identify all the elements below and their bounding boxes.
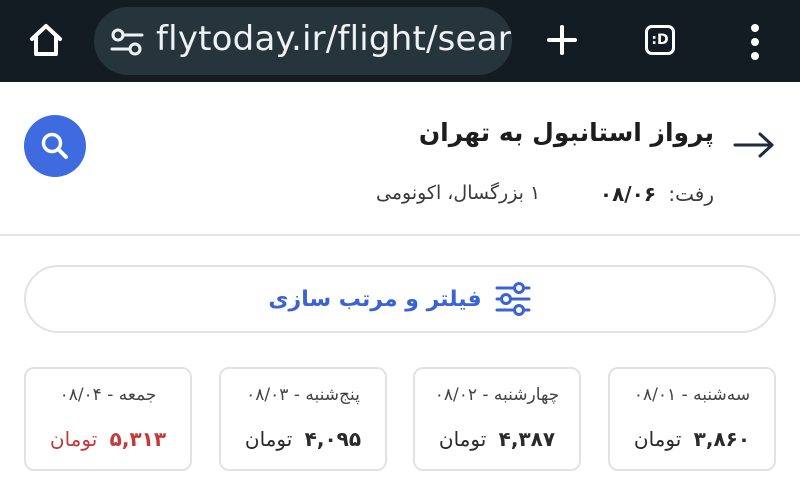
browser-toolbar: flytoday.ir/flight/searcl :D	[0, 0, 800, 82]
tab-count: :D	[651, 32, 669, 48]
tab-switcher-icon: :D	[645, 25, 675, 55]
card-day: سه‌شنبه - ۰۸/۰۱	[633, 385, 751, 405]
price-currency: تومان	[244, 427, 293, 451]
card-price: ۵,۳۱۳ تومان	[26, 427, 190, 451]
url-text[interactable]: flytoday.ir/flight/searcl	[156, 19, 512, 59]
menu-dot	[751, 38, 759, 46]
card-day: چهارشنبه - ۰۸/۰۲	[434, 385, 560, 405]
home-icon	[30, 24, 62, 56]
search-button[interactable]	[24, 115, 86, 177]
price-currency: تومان	[49, 427, 98, 451]
date-card-tuesday[interactable]: سه‌شنبه - ۰۸/۰۱ ۳,۸۶۰ تومان	[608, 367, 776, 471]
filter-sort-label: فیلتر و مرتب سازی	[268, 286, 482, 312]
price-value: ۳,۸۶۰	[693, 427, 751, 451]
card-day: پنج‌شنبه - ۰۸/۰۳	[246, 385, 360, 405]
date-card-wednesday[interactable]: چهارشنبه - ۰۸/۰۲ ۴,۳۸۷ تومان	[413, 367, 581, 471]
departure-date: ۰۸/۰۶	[599, 182, 657, 206]
date-card-friday[interactable]: جمعه - ۰۸/۰۴ ۵,۳۱۳ تومان	[24, 367, 192, 471]
card-price: ۴,۳۸۷ تومان	[415, 427, 579, 451]
plus-icon	[547, 25, 577, 55]
tune-icon[interactable]	[110, 27, 144, 57]
card-price: ۴,۰۹۵ تومان	[221, 427, 385, 451]
departure-info: رفت: ۰۸/۰۶	[600, 182, 714, 206]
date-card-thursday[interactable]: پنج‌شنبه - ۰۸/۰۳ ۴,۰۹۵ تومان	[219, 367, 387, 471]
price-value: ۴,۳۸۷	[498, 427, 556, 451]
card-day: جمعه - ۰۸/۰۴	[59, 385, 157, 405]
more-vert-icon[interactable]	[740, 20, 770, 64]
new-tab-button[interactable]	[540, 18, 584, 62]
address-bar[interactable]: flytoday.ir/flight/searcl	[94, 7, 512, 75]
price-currency: تومان	[438, 427, 487, 451]
menu-dot	[751, 24, 759, 32]
header-divider	[0, 234, 800, 236]
departure-label: رفت:	[668, 182, 714, 206]
route-title: پرواز استانبول به تهران	[418, 118, 714, 147]
price-value: ۵,۳۱۳	[109, 427, 167, 451]
price-currency: تومان	[633, 427, 682, 451]
filter-sort-button[interactable]: فیلتر و مرتب سازی	[24, 265, 776, 333]
price-value: ۴,۰۹۵	[304, 427, 362, 451]
search-icon	[41, 132, 68, 159]
passenger-info: ۱ بزرگسال، اکونومی	[376, 182, 541, 204]
sliders-icon	[495, 282, 531, 316]
tab-switcher-button[interactable]: :D	[640, 20, 680, 60]
menu-dot	[751, 52, 759, 60]
card-price: ۳,۸۶۰ تومان	[610, 427, 774, 451]
arrow-right-icon[interactable]	[732, 130, 776, 160]
home-button[interactable]	[22, 18, 70, 62]
